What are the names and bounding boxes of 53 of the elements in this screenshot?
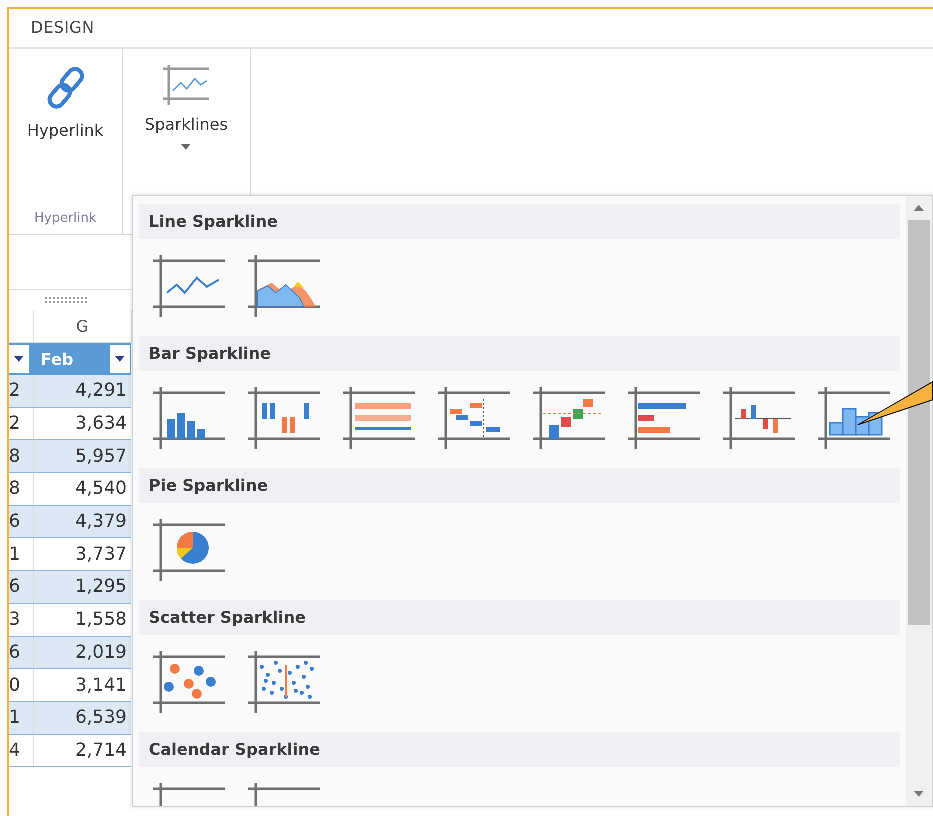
table-cell: 2,714 bbox=[33, 734, 131, 768]
dot-plot-icon[interactable] bbox=[246, 649, 322, 715]
hyperlink-button[interactable]: Hyperlink bbox=[25, 49, 106, 140]
down-arrow-icon bbox=[914, 791, 924, 797]
section-header: Pie Sparkline bbox=[139, 468, 900, 503]
pie-chart-icon[interactable] bbox=[151, 517, 227, 583]
cascade-chart-icon[interactable] bbox=[436, 385, 512, 451]
scatter-chart-icon[interactable] bbox=[151, 649, 227, 715]
table-cell: 4,540 bbox=[33, 473, 131, 506]
table-cell: 3,634 bbox=[33, 408, 131, 440]
caret-icon bbox=[14, 356, 24, 362]
table-cell: 2,019 bbox=[33, 636, 131, 670]
table-cell: 6,539 bbox=[33, 702, 131, 735]
win-loss-chart-icon[interactable] bbox=[246, 385, 322, 451]
variance-chart-icon[interactable] bbox=[721, 385, 797, 451]
filter-button[interactable] bbox=[110, 345, 130, 373]
ribbon-tab[interactable]: DESIGN bbox=[31, 18, 94, 38]
filter-button[interactable] bbox=[9, 345, 29, 373]
table-cell: 2 bbox=[9, 408, 33, 440]
table-cell: 3,737 bbox=[33, 538, 131, 572]
section-header: Line Sparkline bbox=[139, 204, 900, 239]
caret-icon bbox=[115, 356, 125, 362]
table-cell: 4,379 bbox=[33, 506, 131, 538]
sparklines-button[interactable]: Sparklines bbox=[142, 49, 230, 150]
table-cell: 5,957 bbox=[33, 440, 131, 474]
line-chart-icon[interactable] bbox=[151, 253, 227, 319]
up-arrow-icon bbox=[914, 205, 924, 211]
horizontal-bar-chart-icon[interactable] bbox=[626, 385, 702, 451]
stacked-bar-icon[interactable] bbox=[341, 385, 417, 451]
splitter-grip-icon bbox=[45, 297, 89, 303]
section-header: Calendar Sparkline bbox=[139, 732, 900, 767]
table-cell: 4,291 bbox=[33, 375, 131, 408]
table-cell: 1 bbox=[9, 702, 33, 735]
table-cell: 2 bbox=[9, 375, 33, 408]
scrollbar[interactable] bbox=[906, 196, 932, 806]
sparkline-icon bbox=[161, 65, 212, 105]
table-cell: 1,558 bbox=[33, 604, 131, 636]
table-cell: 6 bbox=[9, 571, 33, 604]
table-cell: 6 bbox=[9, 636, 33, 670]
table-cell: 3,141 bbox=[33, 669, 131, 702]
section-header: Scatter Sparkline bbox=[139, 600, 900, 635]
table-cell: 6 bbox=[9, 506, 33, 538]
histogram-icon[interactable] bbox=[816, 385, 892, 451]
waterfall-chart-icon[interactable] bbox=[531, 385, 607, 451]
scroll-thumb[interactable] bbox=[908, 220, 930, 625]
group-label: Hyperlink bbox=[34, 211, 97, 226]
table-cell: 1,295 bbox=[33, 571, 131, 604]
section-header: Bar Sparkline bbox=[139, 336, 900, 371]
area-chart-icon[interactable] bbox=[246, 253, 322, 319]
table-cell: 8 bbox=[9, 440, 33, 474]
header-cell: Feb bbox=[33, 343, 131, 375]
table-cell: 4 bbox=[9, 734, 33, 768]
column-chart-icon[interactable] bbox=[151, 385, 227, 451]
